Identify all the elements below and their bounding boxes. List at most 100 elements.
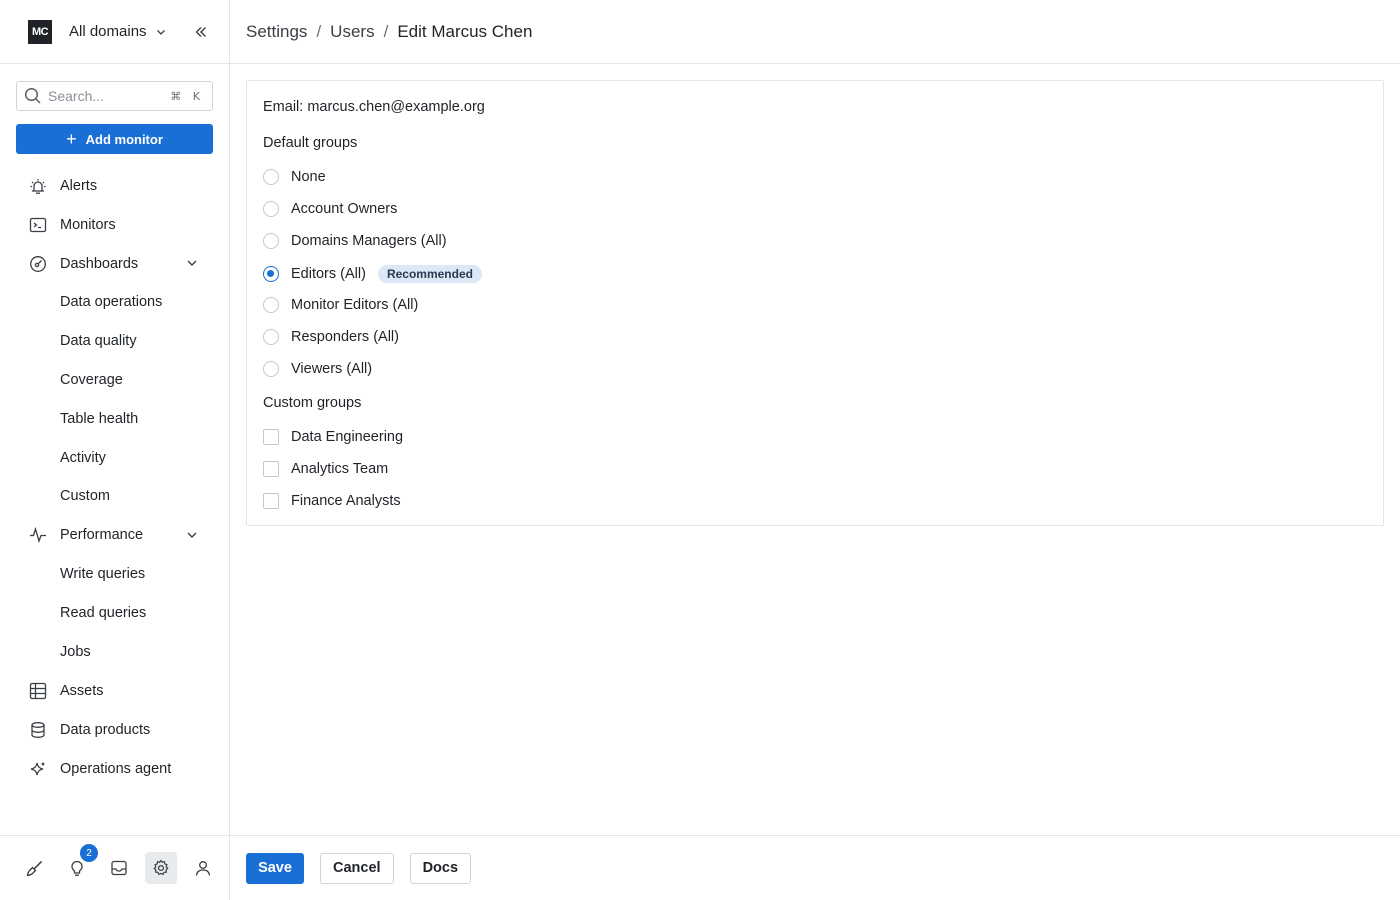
sidebar-item-label: Monitors bbox=[60, 216, 116, 233]
search-shortcut-hint: ⌘ K bbox=[170, 89, 204, 103]
checkbox-label: Data Engineering bbox=[291, 429, 404, 445]
lightbulb-icon bbox=[71, 860, 83, 876]
radio-button[interactable] bbox=[263, 169, 279, 185]
sidebar-item-assets[interactable]: Assets bbox=[0, 671, 229, 710]
page-title: Edit Marcus Chen bbox=[397, 21, 533, 41]
app: MC All domains ⌘ K + Add monitor Aler bbox=[0, 0, 1400, 900]
terminal-icon bbox=[28, 215, 48, 235]
sidebar-header: MC All domains bbox=[0, 0, 229, 64]
radio-button[interactable] bbox=[263, 329, 279, 345]
cancel-button[interactable]: Cancel bbox=[320, 852, 394, 884]
checkbox-option-analytics-team[interactable]: Analytics Team bbox=[263, 461, 388, 477]
radio-option-responders[interactable]: Responders (All) bbox=[263, 329, 399, 345]
sidebar-subitem-data-operations[interactable]: Data operations bbox=[0, 283, 229, 322]
radio-label: Editors (All) bbox=[291, 266, 366, 282]
checkbox-option-data-engineering[interactable]: Data Engineering bbox=[263, 429, 403, 445]
alarm-bell-icon bbox=[28, 176, 48, 196]
sidebar-item-label: Operations agent bbox=[60, 760, 172, 777]
domain-selector-label: All domains bbox=[69, 23, 147, 40]
inbox-button[interactable] bbox=[103, 852, 135, 884]
sidebar-item-label: Assets bbox=[60, 682, 104, 699]
radio-option-domains-managers[interactable]: Domains Managers (All) bbox=[263, 233, 447, 249]
breadcrumb: Settings / Users / Edit Marcus Chen bbox=[230, 0, 1400, 64]
gauge-icon bbox=[28, 254, 48, 274]
radio-option-account-owners[interactable]: Account Owners bbox=[263, 201, 397, 217]
domain-selector[interactable]: All domains bbox=[69, 23, 167, 40]
save-button[interactable]: Save bbox=[246, 852, 304, 884]
double-chevron-left-icon bbox=[195, 26, 206, 37]
radio-button-selected[interactable] bbox=[263, 266, 279, 282]
search-icon bbox=[24, 87, 41, 104]
sidebar-subitem-activity[interactable]: Activity bbox=[0, 438, 229, 477]
checkbox-option-finance-analysts[interactable]: Finance Analysts bbox=[263, 493, 401, 509]
search-box[interactable]: ⌘ K bbox=[16, 81, 213, 111]
checkbox[interactable] bbox=[263, 429, 279, 445]
chevron-down-icon bbox=[156, 29, 165, 35]
sidebar-item-operations-agent[interactable]: Operations agent bbox=[0, 749, 229, 788]
checkbox[interactable] bbox=[263, 461, 279, 477]
radio-button[interactable] bbox=[263, 233, 279, 249]
breadcrumb-settings[interactable]: Settings bbox=[246, 22, 307, 42]
sidebar-item-alerts[interactable]: Alerts bbox=[0, 166, 229, 205]
edit-user-form: Email: marcus.chen@example.org Default g… bbox=[246, 80, 1384, 526]
custom-groups-title: Custom groups bbox=[263, 395, 362, 411]
form-actions: Save Cancel Docs bbox=[230, 835, 1400, 900]
user-email: Email: marcus.chen@example.org bbox=[263, 99, 485, 115]
sidebar-item-dashboards[interactable]: Dashboards bbox=[0, 244, 229, 283]
plus-icon: + bbox=[66, 129, 77, 149]
add-monitor-button[interactable]: + Add monitor bbox=[16, 124, 213, 154]
checkbox[interactable] bbox=[263, 493, 279, 509]
radio-button[interactable] bbox=[263, 297, 279, 313]
database-icon bbox=[28, 720, 48, 740]
table-icon bbox=[28, 681, 48, 701]
profile-button[interactable] bbox=[187, 852, 219, 884]
radio-option-viewers[interactable]: Viewers (All) bbox=[263, 361, 372, 377]
sidebar-subitem-table-health[interactable]: Table health bbox=[0, 399, 229, 438]
docs-button[interactable]: Docs bbox=[409, 852, 472, 884]
inbox-icon bbox=[111, 860, 127, 876]
checkbox-label: Finance Analysts bbox=[291, 493, 401, 509]
radio-option-editors[interactable]: Editors (All) Recommended bbox=[263, 265, 482, 283]
default-groups-title: Default groups bbox=[263, 135, 358, 151]
chevron-down-icon[interactable] bbox=[185, 256, 199, 270]
gear-icon bbox=[153, 859, 169, 875]
brush-button[interactable] bbox=[19, 852, 51, 884]
sidebar-item-monitors[interactable]: Monitors bbox=[0, 205, 229, 244]
breadcrumb-users[interactable]: Users bbox=[330, 22, 374, 42]
radio-button[interactable] bbox=[263, 361, 279, 377]
radio-option-none[interactable]: None bbox=[263, 169, 326, 185]
recommended-badge: Recommended bbox=[377, 265, 482, 283]
sidebar-subitem-write-queries[interactable]: Write queries bbox=[0, 555, 229, 594]
radio-option-monitor-editors[interactable]: Monitor Editors (All) bbox=[263, 297, 418, 313]
settings-button[interactable] bbox=[145, 852, 177, 884]
pulse-icon bbox=[28, 525, 48, 545]
breadcrumb-separator: / bbox=[383, 21, 389, 41]
sidebar-subitem-custom[interactable]: Custom bbox=[0, 477, 229, 516]
checkbox-label: Analytics Team bbox=[291, 461, 389, 477]
sidebar-subitem-read-queries[interactable]: Read queries bbox=[0, 594, 229, 633]
radio-label: Responders (All) bbox=[291, 329, 399, 345]
user-icon bbox=[195, 861, 211, 876]
sidebar-footer: 2 bbox=[0, 835, 229, 900]
sidebar-item-label: Performance bbox=[60, 527, 144, 544]
search-input[interactable] bbox=[48, 88, 168, 104]
sidebar-nav: Alerts Monitors Dashboards Data operatio… bbox=[0, 166, 229, 788]
radio-button[interactable] bbox=[263, 201, 279, 217]
radio-label: Viewers (All) bbox=[291, 361, 373, 377]
sidebar-subitem-data-quality[interactable]: Data quality bbox=[0, 322, 229, 361]
radio-label: Account Owners bbox=[291, 201, 398, 217]
sparkles-icon bbox=[28, 759, 48, 779]
breadcrumb-separator: / bbox=[316, 21, 322, 41]
sidebar-item-performance[interactable]: Performance bbox=[0, 516, 229, 555]
add-monitor-label: Add monitor bbox=[85, 131, 163, 147]
sidebar-item-data-products[interactable]: Data products bbox=[0, 710, 229, 749]
brand-logo: MC bbox=[28, 19, 52, 44]
radio-label: None bbox=[291, 169, 326, 185]
insights-button[interactable]: 2 bbox=[61, 844, 98, 884]
sidebar-item-label: Dashboards bbox=[60, 255, 139, 272]
collapse-sidebar-button[interactable] bbox=[189, 20, 213, 44]
sidebar-subitem-coverage[interactable]: Coverage bbox=[0, 361, 229, 400]
sidebar-subitem-jobs[interactable]: Jobs bbox=[0, 632, 229, 671]
paintbrush-icon bbox=[26, 861, 42, 877]
chevron-down-icon[interactable] bbox=[185, 528, 199, 542]
